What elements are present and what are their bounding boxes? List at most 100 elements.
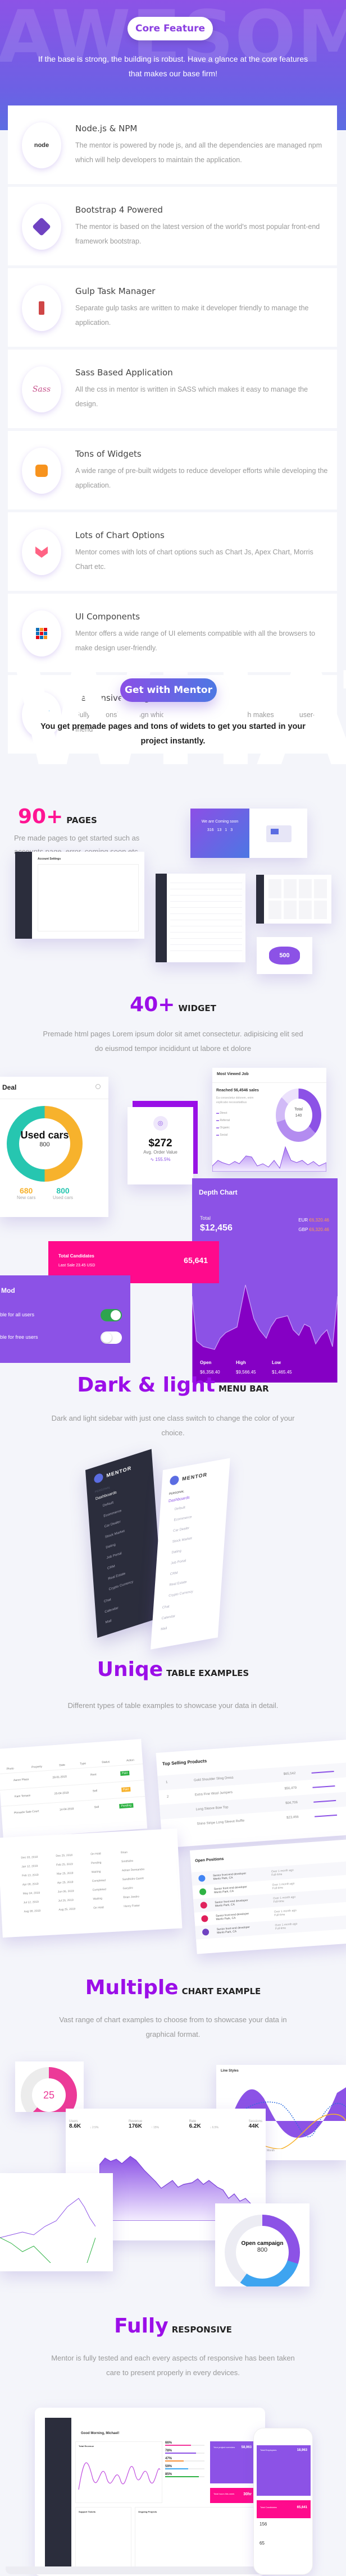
- nodejs-icon: node: [22, 122, 61, 168]
- deal-stat-used: 800 Used cars: [53, 1186, 74, 1200]
- status-badge: Paid: [120, 1770, 130, 1776]
- projects-table-preview: Dec 03, 2018 Dec 25, 2018 On Hold Brian Jan …: [0, 1828, 183, 1938]
- stat-item: Revenue 176K ↑ 15%: [129, 2120, 159, 2129]
- feature-desc: Separate gulp tasks are written to make …: [75, 304, 309, 327]
- mod-row1-label: ble for all users: [0, 1312, 35, 1317]
- open-positions-preview: Open Positions Senior front-end develope…: [189, 1839, 346, 1954]
- countdown-minutes: 1: [225, 828, 227, 832]
- support-tickets: Support Tickets: [75, 2507, 131, 2572]
- stat-item: Sessions 44K: [248, 2120, 262, 2129]
- feature-desc: A wide range of pre-built widgets to red…: [75, 467, 328, 489]
- core-feature-badge[interactable]: Core Feature: [128, 17, 213, 40]
- countdown: 316 13 1 3: [190, 828, 249, 832]
- table-cell: [169, 1824, 185, 1828]
- contacts-preview[interactable]: [256, 875, 331, 924]
- table-cell: Pinnacle Sate Court: [13, 1810, 39, 1815]
- error-code: 500: [269, 947, 300, 965]
- company-logo-icon: [202, 1928, 210, 1936]
- phone-candidates-card: Total Candidates 65,641: [257, 2500, 311, 2518]
- users-table-preview[interactable]: [156, 874, 245, 962]
- table-cell: Brian: [121, 1851, 128, 1855]
- tables-big: Uniqe: [97, 1658, 163, 1681]
- mod-title: Mod: [1, 1287, 15, 1294]
- feature-title: Sass Based Application: [75, 368, 173, 378]
- table-cell: Sell: [94, 1805, 99, 1810]
- table-cell: Sell: [92, 1789, 98, 1793]
- widgets-heading: 40+ WIDGET: [0, 993, 346, 1016]
- table-cell: Apr 08, 2019: [22, 1882, 39, 1887]
- job-sparkline: [212, 1146, 326, 1172]
- depth-total-label: Total: [200, 1215, 211, 1221]
- error-page-preview[interactable]: 500: [257, 937, 312, 974]
- hours-card: Total hours this week 30hr: [210, 2488, 255, 2503]
- table-cell: Garydro: [122, 1886, 133, 1890]
- coming-soon-preview[interactable]: We are Coming soon 316 13 1 3: [190, 809, 307, 858]
- table-cell: May 04, 2019: [22, 1891, 40, 1896]
- feature-card: Sass Sass Based Application All the css in…: [8, 350, 337, 428]
- widgets-count: 40+: [130, 993, 175, 1016]
- table-cell: 28-01-2018: [52, 1775, 67, 1780]
- feature-card: Gulp Task Manager Separate gulp tasks are…: [8, 268, 337, 347]
- deal-donut: Used cars 800: [7, 1106, 83, 1182]
- order-value-widget: ◎ $272 Avg. Order Value ∿ 155.5%: [128, 1107, 193, 1184]
- progress-item: 78%: [165, 2449, 204, 2454]
- menubar-big: Dark & light: [77, 1374, 215, 1397]
- company-logo-icon: [198, 1875, 206, 1882]
- countdown-hours: 13: [217, 828, 222, 832]
- widgets-icon: [22, 448, 61, 494]
- greeting: Good Morning, Michael!: [81, 2432, 120, 2435]
- table-cell: Dec 03, 2018: [21, 1855, 38, 1860]
- status-badge: Waiting: [93, 1897, 103, 1901]
- mod-widget: Mod ble for all users ble for free users: [0, 1275, 130, 1363]
- arrow-down-icon: ↓: [210, 2126, 212, 2129]
- table-cell: Shine Stripe Long Sleeve Ruffle: [197, 1819, 245, 1826]
- job-donut: Total 140: [276, 1089, 321, 1142]
- pages-count: 90+: [18, 805, 63, 828]
- candidates-title: Total Candidates: [58, 1253, 94, 1259]
- order-change: ∿ 155.5%: [150, 1157, 171, 1162]
- toggle-all-users[interactable]: [101, 1309, 122, 1321]
- deal-stat-new: 680 New cars: [17, 1186, 36, 1200]
- feature-card: Tons of Widgets A wide range of pre-built…: [8, 431, 337, 509]
- table-cell: Smithidro: [121, 1859, 134, 1864]
- responsive-big: Fully: [114, 2315, 169, 2338]
- laptop-sidebar: [45, 2418, 71, 2572]
- target-icon: ◎: [153, 1116, 168, 1131]
- widgets-label: WIDGET: [178, 1003, 216, 1013]
- table-cell: Aug 08, 2019: [24, 1909, 41, 1914]
- responsive-heading: Fully RESPONSIVE: [0, 2315, 346, 2338]
- project-overview-card: Your project overview 58,963: [210, 2441, 255, 2483]
- stock-bar: [313, 1799, 336, 1803]
- menubar-heading: Dark & light MENU BAR: [0, 1374, 346, 1397]
- tables-desc: Different types of table examples to sho…: [67, 1701, 279, 1710]
- status-badge: Waiting: [91, 1870, 101, 1874]
- deal-widget: Deal Used cars 800 680 New cars 800 Used…: [0, 1077, 108, 1217]
- order-value: $272: [148, 1137, 172, 1149]
- depth-currencies: EUR €6,320.46 GBP €6,320.46: [298, 1218, 329, 1232]
- account-settings-title: Account Settings: [38, 857, 61, 861]
- mod-row2-label: ble for free users: [0, 1334, 38, 1340]
- table-cell: Mar 25, 2019: [56, 1871, 74, 1876]
- menubar-desc: Dark and light sidebar with just one cla…: [51, 1414, 295, 1437]
- table-cell: Long Sleeve Bow Top: [195, 1806, 229, 1812]
- light-brand: MENTOR: [169, 1467, 222, 1486]
- status-badge: On Hold: [90, 1852, 101, 1856]
- progress-item: 47%: [165, 2457, 204, 2462]
- feature-desc: The mentor is powered by node js, and al…: [75, 141, 322, 164]
- gauge-value: 25: [32, 2078, 66, 2112]
- mentor-logo-icon: [93, 1472, 104, 1484]
- toggle-free-users[interactable]: [101, 1331, 122, 1344]
- phone-employees-card: Total Employees 18,963: [257, 2445, 311, 2496]
- bootstrap-icon: [22, 204, 61, 250]
- more-icon[interactable]: [95, 1084, 101, 1089]
- get-with-mentor-button[interactable]: Get with Mentor: [120, 678, 217, 702]
- line-styles-title: Line Styles: [221, 2069, 239, 2073]
- account-settings-preview[interactable]: Account Settings: [15, 852, 144, 939]
- mentor-logo-icon: [169, 1475, 179, 1486]
- arrow-up-icon: ↑: [151, 2126, 153, 2129]
- table-cell: Brian Joedro: [123, 1895, 139, 1899]
- sass-icon: Sass: [22, 366, 61, 412]
- table-cell: 2: [166, 1795, 169, 1799]
- progress-item: 59%: [165, 2465, 204, 2469]
- stock-bar: [312, 1785, 335, 1788]
